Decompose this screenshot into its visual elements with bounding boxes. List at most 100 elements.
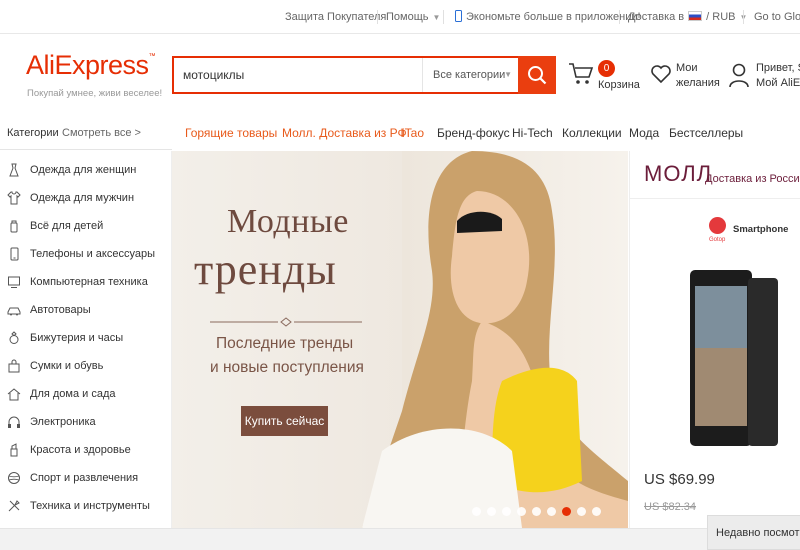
divider [443, 10, 444, 24]
russia-flag-icon [688, 11, 703, 21]
cart-count-badge: 0 [598, 60, 615, 77]
sidebar-item-label: Компьютерная техника [30, 276, 148, 288]
wishlist-button[interactable]: Мои желания [650, 60, 720, 94]
sidebar-item[interactable]: Всё для детей [0, 212, 172, 240]
shop-now-button[interactable]: Купить сейчас [241, 406, 328, 436]
carousel-dot[interactable] [487, 507, 496, 516]
ornament-divider-icon [210, 317, 362, 327]
sidebar-item[interactable]: Телефоны и аксессуары [0, 240, 172, 268]
search-category-label: Все категории [433, 69, 506, 81]
brand-sub: Gotop [709, 237, 726, 243]
slash-separator: / [706, 11, 710, 23]
cart-label: Корзина [598, 79, 640, 91]
brand-logo-icon [709, 217, 726, 234]
search-input[interactable] [174, 58, 420, 92]
nav-hot-deals[interactable]: Горящие товары [185, 116, 277, 150]
sidebar-item-label: Электроника [30, 416, 96, 428]
sidebar-item[interactable]: Для дома и сада [0, 380, 172, 408]
dress-icon [9, 163, 19, 177]
currency-label: RUB [712, 11, 736, 23]
sidebar-item[interactable]: Автотовары [0, 296, 172, 324]
house-icon [7, 388, 21, 401]
sidebar-item[interactable]: Бижутерия и часы [0, 324, 172, 352]
carousel-dot[interactable] [577, 507, 586, 516]
nav-mall-russia[interactable]: Молл. Доставка из РФ [282, 116, 407, 150]
app-promo-link[interactable]: Экономьте больше в приложении! [455, 0, 641, 34]
smartphone-product-image[interactable] [688, 268, 780, 448]
sidebar-item-label: Бижутерия и часы [30, 332, 124, 344]
carousel-dot[interactable] [502, 507, 511, 516]
shopping-cart-icon [569, 63, 594, 84]
sidebar-item-label: Автотовары [30, 304, 91, 316]
search-button[interactable] [518, 56, 556, 94]
sidebar-item[interactable]: Красота и здоровье [0, 436, 172, 464]
mall-title[interactable]: МОЛЛ [644, 161, 712, 187]
go-global-link[interactable]: Go to Global [754, 0, 800, 34]
tools-icon [8, 500, 20, 512]
nav-hi-tech[interactable]: Hi-Tech [512, 116, 553, 150]
sidebar-item-label: Техника и инструменты [30, 500, 150, 512]
delivery-currency-selector[interactable]: Доставка в/ RUB▼ [628, 0, 747, 34]
account-menu[interactable]: Привет, Sign in Мой AliExpress [728, 60, 800, 94]
nav-fashion[interactable]: Мода [629, 116, 659, 150]
chevron-down-icon: ▼ [432, 13, 441, 22]
cart-button[interactable]: 0 Корзина [568, 58, 643, 94]
buyer-protection-link[interactable]: Защита Покупателя [285, 0, 386, 34]
categories-header: Категории Смотреть все > [0, 116, 172, 150]
hero-banner[interactable]: Модные тренды Последние тренды и новые п… [172, 151, 628, 528]
nav-brand-focus[interactable]: Бренд-фокус [437, 116, 510, 150]
banner-title-line2: тренды [194, 245, 337, 294]
sidebar-item[interactable]: Одежда для мужчин [0, 184, 172, 212]
divider [619, 10, 620, 24]
divider [743, 10, 744, 24]
nav-itao[interactable]: iTao [402, 116, 424, 150]
car-icon [7, 307, 21, 316]
carousel-dot[interactable] [532, 507, 541, 516]
carousel-dot[interactable] [472, 507, 481, 516]
main-nav: Горящие товары Молл. Доставка из РФ iTao… [172, 116, 800, 150]
sidebar-item-label: Телефоны и аксессуары [30, 248, 155, 260]
mall-subtitle: Доставка из России [705, 173, 800, 185]
search-icon [528, 66, 547, 85]
search-category-dropdown[interactable]: Все категории ▼ [422, 58, 520, 92]
logo-trademark: ™ [148, 53, 156, 60]
sidebar-item[interactable]: Одежда для женщин [0, 156, 172, 184]
recently-viewed-tab[interactable]: Недавно посмотренные [707, 515, 800, 550]
carousel-dot[interactable] [547, 507, 556, 516]
app-promo-label: Экономьте больше в приложении! [466, 11, 641, 23]
delivery-label: Доставка в [628, 11, 685, 23]
product-price[interactable]: US $69.99 [644, 471, 715, 488]
sidebar-item[interactable]: Сумки и обувь [0, 352, 172, 380]
sidebar-item-label: Одежда для мужчин [30, 192, 135, 204]
mall-panel: МОЛЛ Доставка из России Smartphone Gotop… [629, 151, 800, 528]
my-aliexpress-link: Мой AliExpress [756, 77, 800, 89]
banner-subtitle-line1: Последние тренды [216, 335, 354, 352]
heart-icon [651, 65, 671, 84]
nav-collections[interactable]: Коллекции [562, 116, 622, 150]
banner-title-line1: Модные [227, 203, 349, 240]
carousel-dot[interactable] [592, 507, 601, 516]
sidebar-item-label: Красота и здоровье [30, 444, 131, 456]
carousel-dot[interactable] [517, 507, 526, 516]
sidebar-item[interactable]: Техника и инструменты [0, 492, 172, 520]
site-slogan: Покупай умнее, живи веселее! [27, 88, 163, 99]
phone-icon [10, 247, 19, 261]
site-header: AliExpress™ Покупай умнее, живи веселее!… [0, 34, 800, 114]
mobile-phone-icon [455, 10, 462, 22]
bag-icon [8, 359, 20, 373]
sidebar-item[interactable]: Спорт и развлечения [0, 464, 172, 492]
banner-subtitle-line2: и новые поступления [210, 359, 364, 376]
carousel-dot[interactable] [562, 507, 571, 516]
ring-icon [9, 331, 19, 344]
sidebar-item[interactable]: Компьютерная техника [0, 268, 172, 296]
see-all-categories-link[interactable]: Смотреть все > [62, 116, 141, 150]
shirt-icon [7, 191, 21, 205]
search-bar: Все категории▼ [172, 56, 556, 94]
nav-bestsellers[interactable]: Бестселлеры [669, 116, 743, 150]
sidebar-item-label: Сумки и обувь [30, 360, 104, 372]
chevron-down-icon: ▼ [504, 70, 512, 79]
sidebar-item[interactable]: Электроника [0, 408, 172, 436]
aliexpress-logo[interactable]: AliExpress™ [26, 50, 156, 81]
help-menu[interactable]: Помощь ▼ [386, 0, 440, 34]
user-icon [729, 63, 749, 88]
